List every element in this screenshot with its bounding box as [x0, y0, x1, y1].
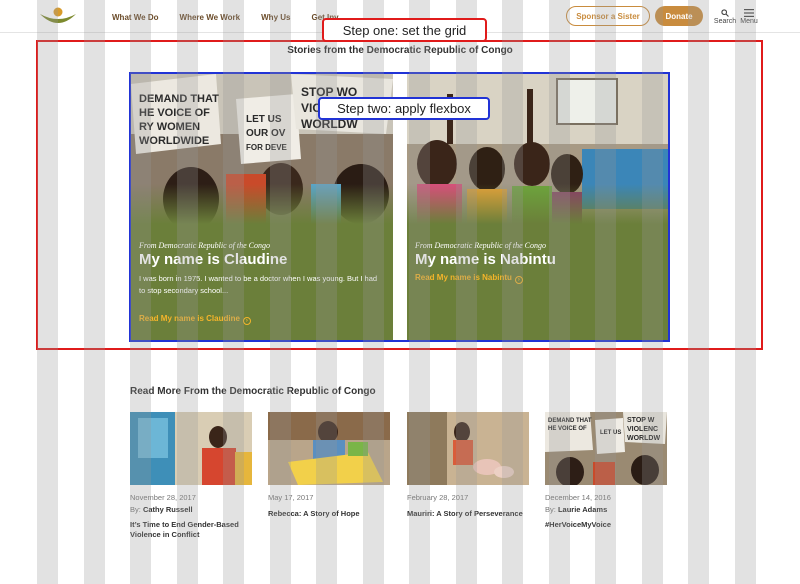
article-meta: December 14, 2016 By: Laurie Adams	[545, 493, 611, 514]
menu-label: Menu	[740, 18, 758, 25]
logo-icon[interactable]	[38, 6, 78, 28]
article-meta: February 28, 2017	[407, 493, 468, 502]
article-title[interactable]: Rebecca: A Story of Hope	[268, 509, 393, 519]
article-author[interactable]: Laurie Adams	[558, 505, 607, 514]
hamburger-icon	[744, 9, 754, 17]
article-byline: By: Laurie Adams	[545, 505, 608, 514]
svg-text:STOP W: STOP W	[627, 417, 655, 424]
article-thumbnail[interactable]: DEMAND THAT HE VOICE OF LET US STOP W VI…	[545, 412, 667, 485]
article-title[interactable]: Mauriri: A Story of Perseverance	[407, 509, 532, 519]
article-date: November 28, 2017	[130, 493, 196, 502]
article-meta: November 28, 2017 By: Cathy Russell	[130, 493, 196, 514]
svg-text:DEMAND THAT: DEMAND THAT	[548, 418, 592, 424]
search-label: Search	[713, 18, 737, 25]
svg-text:HE VOICE OF: HE VOICE OF	[548, 426, 587, 432]
article-title[interactable]: #HerVoiceMyVoice	[545, 520, 670, 530]
article-date: May 17, 2017	[268, 493, 314, 502]
article-thumbnail[interactable]	[268, 412, 390, 485]
search-icon	[721, 9, 729, 17]
article-author[interactable]: Cathy Russell	[143, 505, 193, 514]
svg-text:VIOLENC: VIOLENC	[627, 426, 658, 433]
article-title[interactable]: It’s Time to End Gender-Based Violence i…	[130, 520, 255, 540]
article-meta: May 17, 2017	[268, 493, 313, 502]
svg-text:WORLDW: WORLDW	[627, 435, 660, 442]
donate-button[interactable]: Donate	[655, 6, 703, 26]
svg-text:LET US: LET US	[600, 430, 621, 436]
nav-why-us[interactable]: Why Us	[261, 13, 290, 22]
sponsor-button[interactable]: Sponsor a Sister	[566, 6, 650, 26]
article-thumbnail[interactable]	[407, 412, 529, 485]
step-two-label: Step two: apply flexbox	[318, 97, 490, 120]
search-button[interactable]: Search	[711, 9, 739, 25]
menu-button[interactable]: Menu	[738, 9, 760, 25]
read-more-title: Read More From the Democratic Republic o…	[130, 386, 376, 397]
nav-what-we-do[interactable]: What We Do	[112, 13, 159, 22]
article-date: December 14, 2016	[545, 493, 611, 502]
step-one-label: Step one: set the grid	[322, 18, 487, 42]
article-date: February 28, 2017	[407, 493, 469, 502]
article-byline: By: Cathy Russell	[130, 505, 193, 514]
article-thumbnail[interactable]	[130, 412, 252, 485]
nav-where-we-work[interactable]: Where We Work	[180, 13, 241, 22]
